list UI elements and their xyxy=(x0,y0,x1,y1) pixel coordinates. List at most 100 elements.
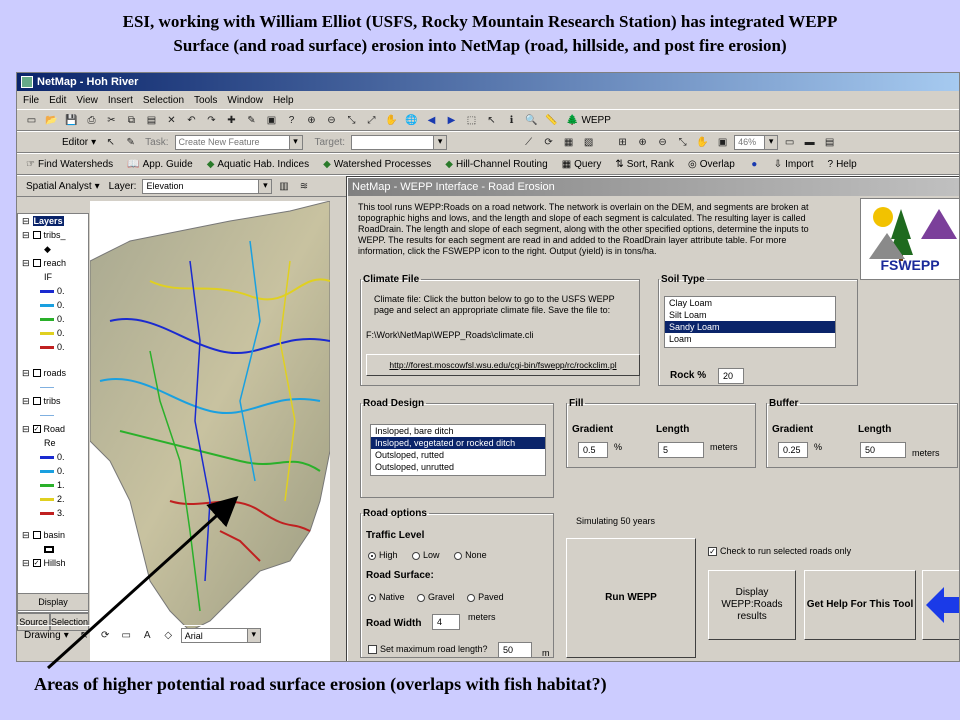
toc-item[interactable]: ⊟ reach xyxy=(18,256,88,270)
toc-layers-root[interactable]: ⊟ Layers xyxy=(18,214,88,228)
query-button[interactable]: ▦ Query xyxy=(559,156,605,172)
fill-length-input[interactable]: 5 xyxy=(658,442,704,458)
menu-tools[interactable]: Tools xyxy=(194,95,217,106)
soil-option[interactable]: Clay Loam xyxy=(665,297,835,309)
layer-checkbox[interactable] xyxy=(32,259,41,267)
back-extent-icon[interactable]: ◀ xyxy=(423,112,440,128)
font-select[interactable]: Arial xyxy=(180,628,261,643)
paste-icon[interactable]: ▤ xyxy=(143,112,160,128)
layout-zoom-out-icon[interactable]: ⊖ xyxy=(654,134,671,150)
layout-full-icon[interactable]: ▣ xyxy=(714,134,731,150)
road-design-option[interactable]: Outsloped, rutted xyxy=(371,449,545,461)
road-design-option[interactable]: Insloped, bare ditch xyxy=(371,425,545,437)
redo-icon[interactable]: ↷ xyxy=(203,112,220,128)
toc-item[interactable]: ⊟ basin xyxy=(18,528,88,542)
save-icon[interactable]: 💾 xyxy=(63,112,80,128)
find-watersheds-button[interactable]: ☞ Find Watersheds xyxy=(23,156,116,172)
layer-checkbox[interactable] xyxy=(32,369,41,377)
layer-checkbox[interactable]: ✓ xyxy=(32,425,41,433)
radio-traffic-low[interactable] xyxy=(412,551,421,560)
aquatic-hab-button[interactable]: ◆ Aquatic Hab. Indices xyxy=(204,156,312,172)
soil-option[interactable]: Loam xyxy=(665,333,835,345)
forward-extent-icon[interactable]: ▶ xyxy=(443,112,460,128)
import-button[interactable]: ⇩ Import xyxy=(771,156,817,172)
full-extent-icon[interactable]: 🌐 xyxy=(403,112,420,128)
editor-menu[interactable]: Editor ▾ xyxy=(59,134,99,150)
radio-surface-native[interactable] xyxy=(368,593,376,602)
menu-edit[interactable]: Edit xyxy=(49,95,66,106)
toc-item[interactable]: ⊟ tribs xyxy=(18,394,88,408)
wepp-button[interactable]: 🌲 WEPP xyxy=(563,112,614,128)
sketch-properties-icon[interactable]: ▧ xyxy=(580,134,597,150)
rock-percent-input[interactable]: 20 xyxy=(718,368,744,384)
zoom-out-icon[interactable]: ⊖ xyxy=(323,112,340,128)
menu-insert[interactable]: Insert xyxy=(108,95,133,106)
cut-icon[interactable]: ✂ xyxy=(103,112,120,128)
soil-option-selected[interactable]: Sandy Loam xyxy=(665,321,835,333)
buffer-gradient-input[interactable]: 0.25 xyxy=(778,442,808,458)
arc-toolbox-icon[interactable]: ▣ xyxy=(263,112,280,128)
fill-gradient-input[interactable]: 0.5 xyxy=(578,442,608,458)
map-view[interactable] xyxy=(90,201,330,661)
layout-zoom-in-icon[interactable]: ⊕ xyxy=(634,134,651,150)
rotate-element-icon[interactable]: ⟳ xyxy=(97,628,114,644)
road-design-option[interactable]: Outsloped, unrutted xyxy=(371,461,545,473)
watershed-processes-button[interactable]: ◆ Watershed Processes xyxy=(320,156,434,172)
edit-tool-icon[interactable]: ↖ xyxy=(102,134,119,150)
max-length-input[interactable]: 50 xyxy=(498,642,532,658)
text-tool-icon[interactable]: A xyxy=(139,628,156,644)
identify-icon[interactable]: ℹ xyxy=(503,112,520,128)
menu-selection[interactable]: Selection xyxy=(143,95,184,106)
rectangle-icon[interactable]: ▭ xyxy=(118,628,135,644)
climate-url-button[interactable]: http://forest.moscowfsl.wsu.edu/cgi-bin/… xyxy=(366,354,640,376)
back-arrow-button[interactable] xyxy=(922,570,959,640)
histogram-icon[interactable]: ▥ xyxy=(275,178,292,194)
copy-icon[interactable]: ⧉ xyxy=(123,112,140,128)
layout-fixed-zoom-icon[interactable]: ⤡ xyxy=(674,134,691,150)
split-tool-icon[interactable]: ⟋ xyxy=(520,134,537,150)
toc-item[interactable]: ⊟ tribs_ xyxy=(18,228,88,242)
contour-icon[interactable]: ≋ xyxy=(295,178,312,194)
road-design-list[interactable]: Insloped, bare ditch Insloped, vegetated… xyxy=(370,424,546,476)
radio-traffic-none[interactable] xyxy=(454,551,463,560)
menu-file[interactable]: File xyxy=(23,95,39,106)
whats-this-icon[interactable]: ? xyxy=(283,112,300,128)
drawing-menu[interactable]: Drawing ▾ xyxy=(21,628,72,644)
zoom-percent-select[interactable]: 46% xyxy=(734,134,779,150)
spatial-analyst-menu[interactable]: Spatial Analyst ▾ xyxy=(23,178,103,194)
task-select[interactable]: Create New Feature xyxy=(174,134,303,150)
select-features-icon[interactable]: ⬚ xyxy=(463,112,480,128)
edit-vertices-icon[interactable]: ◇ xyxy=(160,628,177,644)
sketch-tool-icon[interactable]: ✎ xyxy=(122,134,139,150)
attributes-icon[interactable]: ▦ xyxy=(560,134,577,150)
get-help-button[interactable]: Get Help For This Tool xyxy=(804,570,916,640)
zoom-whole-page-icon[interactable]: ⊞ xyxy=(614,134,631,150)
layout-extra-icon[interactable]: ▤ xyxy=(821,134,838,150)
layer-select[interactable]: Elevation xyxy=(142,178,273,194)
layout-pan-icon[interactable]: ✋ xyxy=(694,134,711,150)
delete-icon[interactable]: ✕ xyxy=(163,112,180,128)
menu-window[interactable]: Window xyxy=(227,95,263,106)
max-length-checkbox[interactable] xyxy=(368,645,377,655)
radio-traffic-high[interactable] xyxy=(368,551,376,560)
fixed-zoom-out-icon[interactable]: ⤢ xyxy=(363,112,380,128)
layer-checkbox[interactable]: ✓ xyxy=(32,559,41,567)
add-data-icon[interactable]: ✚ xyxy=(223,112,240,128)
soil-type-list[interactable]: Clay Loam Silt Loam Sandy Loam Loam xyxy=(664,296,836,348)
open-icon[interactable]: 📂 xyxy=(43,112,60,128)
toc-item[interactable]: ⊟ ✓ Hillsh xyxy=(18,556,88,570)
road-design-option-selected[interactable]: Insloped, vegetated or rocked ditch xyxy=(371,437,545,449)
print-icon[interactable]: ⎙ xyxy=(83,112,100,128)
select-elements-icon[interactable]: ↖ xyxy=(483,112,500,128)
toc-item[interactable]: ⊟ roads xyxy=(18,366,88,380)
tab-display[interactable]: Display xyxy=(17,593,89,611)
focus-frame-icon[interactable]: ▬ xyxy=(801,134,818,150)
menu-view[interactable]: View xyxy=(76,95,98,106)
soil-option[interactable]: Silt Loam xyxy=(665,309,835,321)
new-icon[interactable]: ▭ xyxy=(23,112,40,128)
toc-item[interactable]: ⊟ ✓ Road xyxy=(18,422,88,436)
help-button[interactable]: ? Help xyxy=(825,156,860,172)
select-element-icon[interactable]: ↖ xyxy=(76,628,93,644)
toggle-draft-icon[interactable]: ▭ xyxy=(781,134,798,150)
app-guide-button[interactable]: 📖 App. Guide xyxy=(124,156,196,172)
